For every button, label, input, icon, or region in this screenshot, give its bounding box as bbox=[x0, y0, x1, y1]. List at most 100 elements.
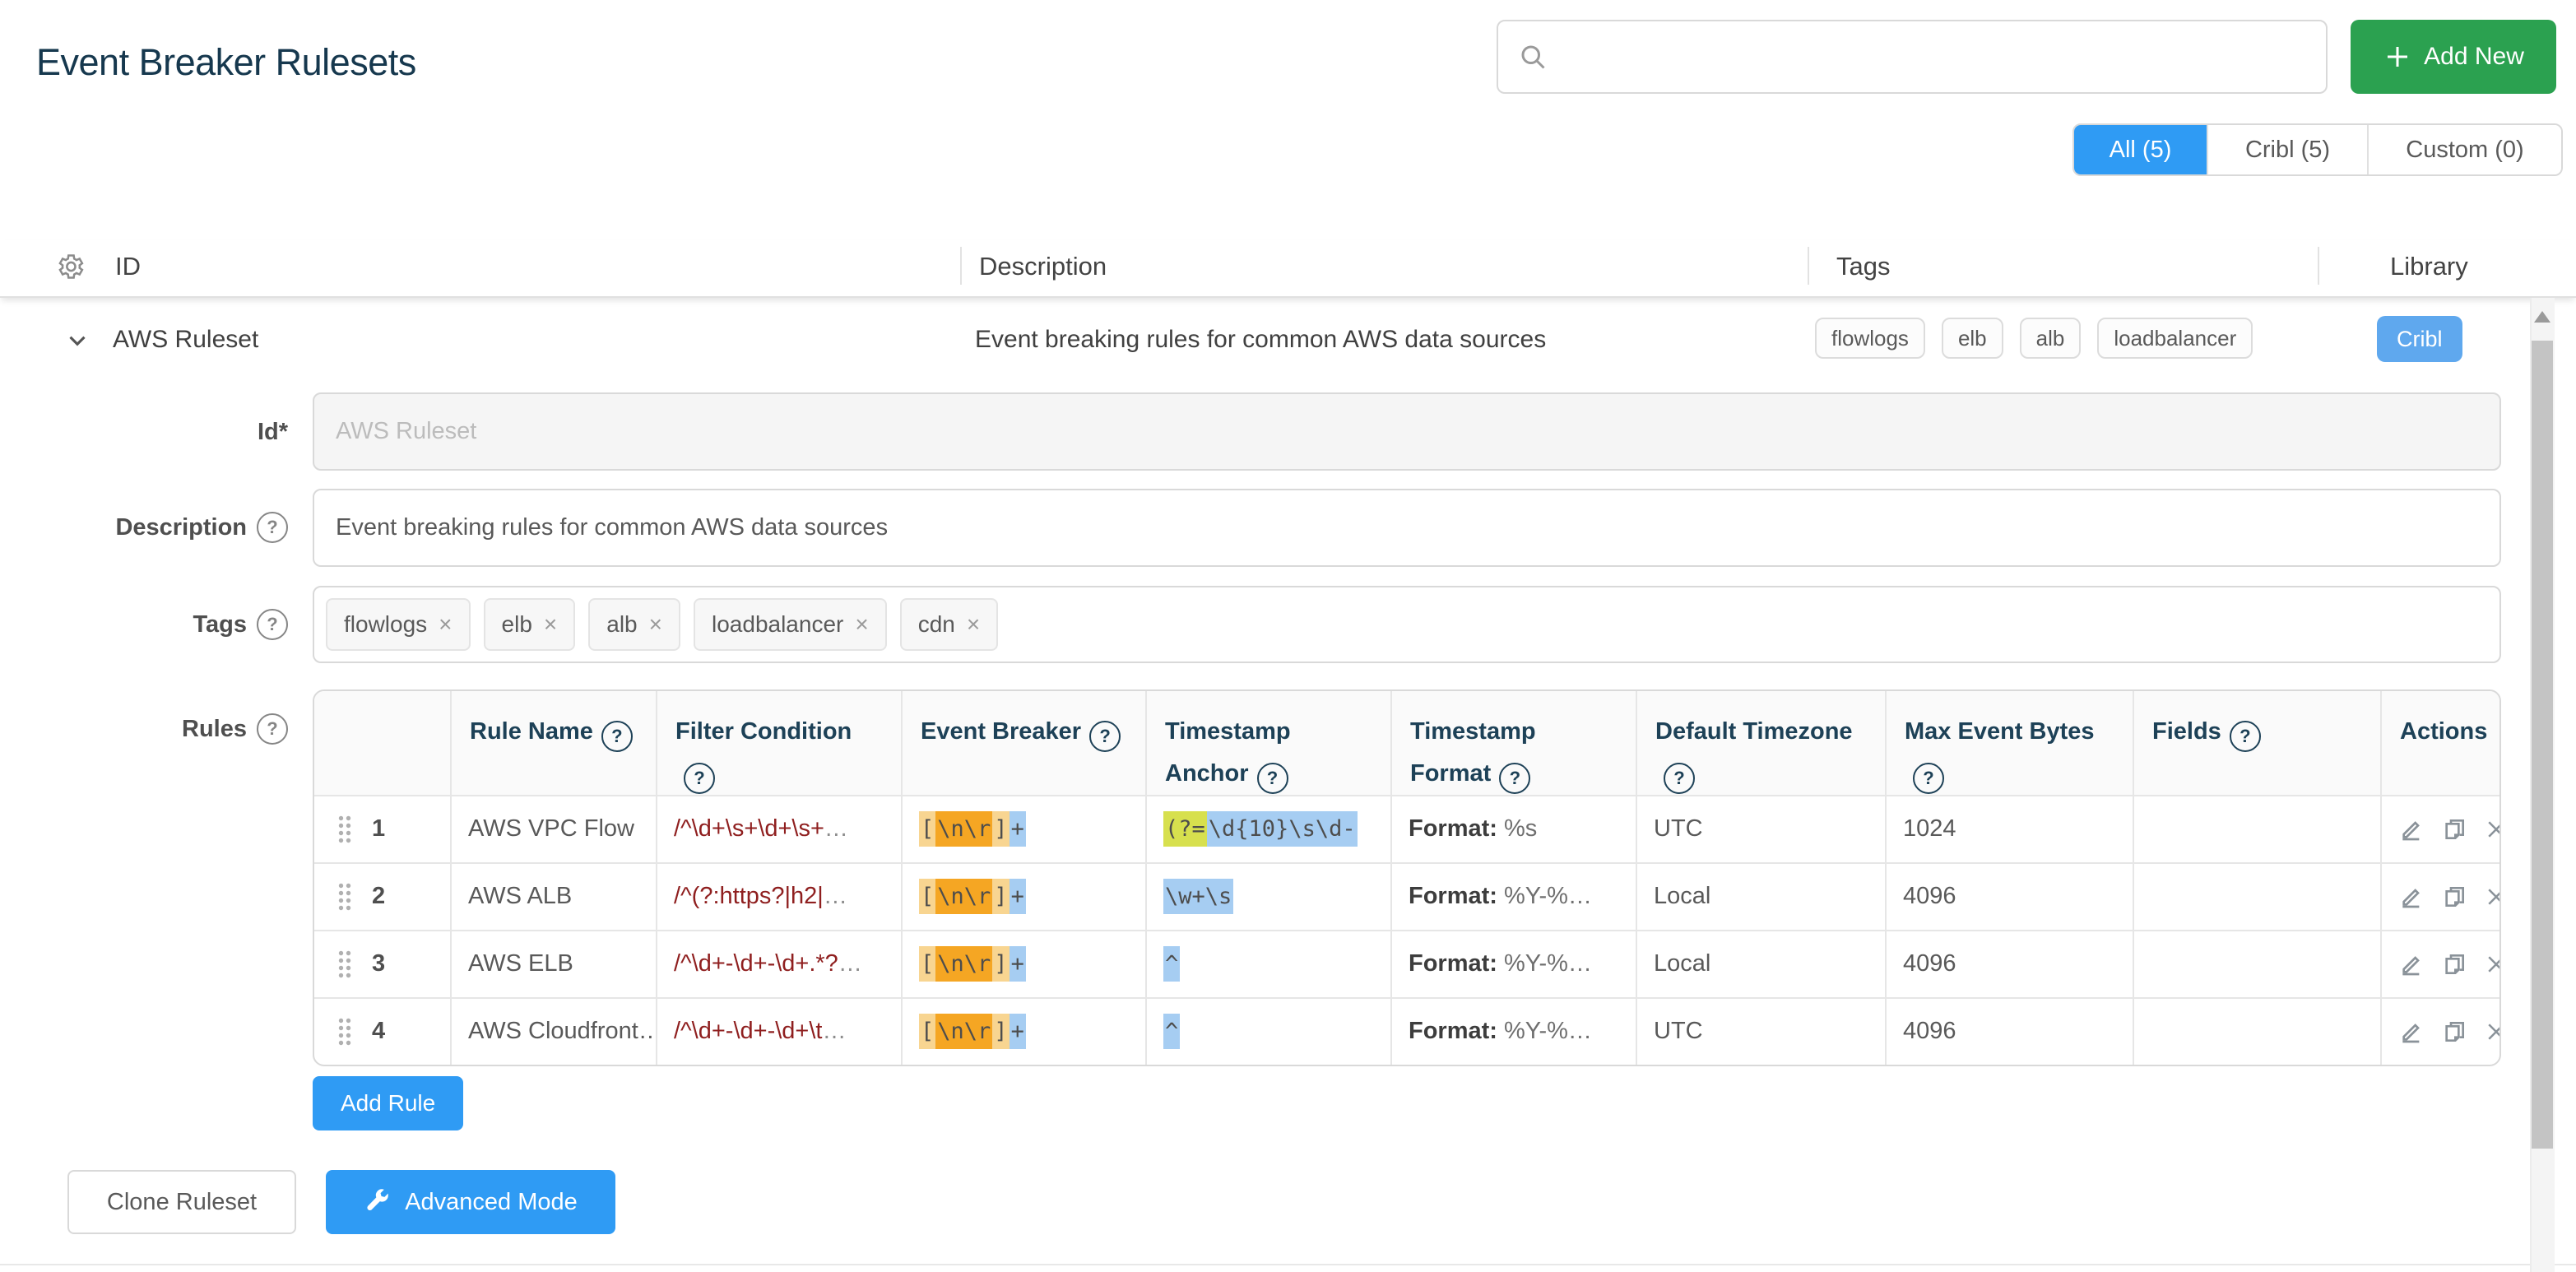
help-icon[interactable]: ? bbox=[2230, 721, 2261, 752]
column-header-tags: Tags bbox=[1836, 252, 1890, 281]
rule-number: 2 bbox=[372, 883, 385, 910]
delete-rule-icon[interactable] bbox=[2484, 884, 2501, 909]
tag-chip: elb × bbox=[484, 598, 576, 651]
tag-chip: loadbalancer× bbox=[694, 598, 887, 651]
copy-rule-icon[interactable] bbox=[2441, 1019, 2467, 1045]
advanced-mode-button[interactable]: Advanced Mode bbox=[326, 1170, 615, 1234]
tags-label-text: Tags bbox=[193, 611, 247, 638]
regex-token: + bbox=[1010, 879, 1026, 914]
delete-rule-icon[interactable] bbox=[2484, 817, 2501, 842]
edit-rule-icon[interactable] bbox=[2398, 884, 2425, 910]
regex-token: + bbox=[1010, 1014, 1026, 1049]
remove-tag-icon[interactable]: × bbox=[967, 613, 980, 636]
add-new-label: Add New bbox=[2424, 43, 2524, 71]
help-icon[interactable]: ? bbox=[257, 512, 288, 543]
rule-filter-condition: /^\d+\s+\d+\s+… bbox=[656, 795, 901, 862]
truncation-ellipsis: … bbox=[824, 883, 847, 909]
rules-col-rule-name: Rule Name? bbox=[450, 691, 656, 795]
copy-rule-icon[interactable] bbox=[2441, 884, 2467, 910]
add-rule-button[interactable]: Add Rule bbox=[313, 1076, 463, 1130]
help-icon[interactable]: ? bbox=[684, 763, 715, 794]
edit-rule-icon[interactable] bbox=[2398, 816, 2425, 843]
tag-chip-label: flowlogs bbox=[344, 611, 427, 638]
help-icon[interactable]: ? bbox=[1913, 763, 1944, 794]
regex-token: ] bbox=[992, 811, 1009, 847]
rule-max-event-bytes: 4096 bbox=[1885, 930, 2133, 997]
format-value: %s bbox=[1504, 815, 1537, 842]
scrollbar-thumb[interactable] bbox=[2532, 341, 2553, 1149]
search-box[interactable] bbox=[1497, 20, 2328, 94]
tab-cribl[interactable]: Cribl (5) bbox=[2207, 125, 2367, 174]
rulesets-table-header: ID Description Tags Library bbox=[0, 240, 2576, 298]
clone-ruleset-button[interactable]: Clone Ruleset bbox=[67, 1170, 296, 1234]
format-value: %Y-%… bbox=[1504, 1018, 1592, 1044]
library-badge: Cribl bbox=[2377, 316, 2462, 362]
regex-token: \d{10}\s\d- bbox=[1207, 811, 1358, 847]
rule-actions bbox=[2380, 997, 2501, 1065]
search-input[interactable] bbox=[1562, 43, 2306, 72]
id-field-label: Id* bbox=[0, 414, 288, 450]
rule-row-handle-cell: 1 bbox=[314, 795, 450, 862]
delete-rule-icon[interactable] bbox=[2484, 952, 2501, 977]
rule-name: AWS VPC Flow bbox=[450, 795, 656, 862]
help-icon[interactable]: ? bbox=[257, 609, 288, 640]
remove-tag-icon[interactable]: × bbox=[649, 613, 662, 636]
help-icon[interactable]: ? bbox=[1257, 763, 1288, 794]
tags-field-label: Tags ? bbox=[0, 606, 288, 643]
scrollbar-up-arrow[interactable] bbox=[2534, 311, 2550, 323]
copy-rule-icon[interactable] bbox=[2441, 816, 2467, 843]
remove-tag-icon[interactable]: × bbox=[544, 613, 557, 636]
help-icon[interactable]: ? bbox=[1664, 763, 1695, 794]
rule-number: 4 bbox=[372, 1018, 385, 1045]
regex-token: ^ bbox=[1163, 946, 1180, 982]
tab-custom[interactable]: Custom (0) bbox=[2367, 125, 2561, 174]
regex-token: \n\r bbox=[935, 879, 992, 914]
column-header-id: ID bbox=[115, 252, 141, 281]
drag-handle-icon[interactable] bbox=[336, 949, 354, 979]
remove-tag-icon[interactable]: × bbox=[439, 613, 452, 636]
rule-filter-condition: /^\d+-\d+-\d+.*?… bbox=[656, 930, 901, 997]
drag-handle-icon[interactable] bbox=[336, 1017, 354, 1047]
rule-row: 3AWS ELB/^\d+-\d+-\d+.*?…[\n\r]+^Format:… bbox=[314, 930, 2501, 997]
rule-row: 2AWS ALB/^(?:https?|h2|…[\n\r]+\w+\sForm… bbox=[314, 862, 2501, 930]
regex-text: /^\d+-\d+-\d+.*? bbox=[674, 950, 838, 977]
column-divider[interactable] bbox=[960, 247, 962, 285]
edit-rule-icon[interactable] bbox=[2398, 1019, 2425, 1045]
ruleset-tag-chip: loadbalancer bbox=[2097, 318, 2253, 359]
tag-chip-label: elb bbox=[502, 611, 532, 638]
edit-rule-icon[interactable] bbox=[2398, 951, 2425, 977]
column-divider[interactable] bbox=[1808, 247, 1809, 285]
column-label: Max Event Bytes bbox=[1905, 718, 2095, 745]
rule-number: 3 bbox=[372, 950, 385, 977]
help-icon[interactable]: ? bbox=[257, 713, 288, 745]
rule-event-breaker: [\n\r]+ bbox=[901, 997, 1145, 1065]
column-settings-gear-icon[interactable] bbox=[54, 251, 86, 286]
rule-row-handle: 2 bbox=[331, 865, 434, 929]
column-divider[interactable] bbox=[2318, 247, 2319, 285]
rule-fields bbox=[2133, 930, 2380, 997]
rules-col-actions: Actions bbox=[2380, 691, 2501, 795]
rule-row-handle: 1 bbox=[331, 797, 434, 861]
rule-row-handle: 4 bbox=[331, 1000, 434, 1064]
regex-token: [ bbox=[919, 946, 935, 982]
collapse-ruleset-chevron-down-icon[interactable] bbox=[59, 323, 95, 359]
help-icon[interactable]: ? bbox=[1089, 721, 1121, 752]
id-input[interactable] bbox=[313, 392, 2501, 471]
ruleset-id[interactable]: AWS Ruleset bbox=[113, 326, 258, 354]
copy-rule-icon[interactable] bbox=[2441, 951, 2467, 977]
drag-handle-icon[interactable] bbox=[336, 882, 354, 912]
help-icon[interactable]: ? bbox=[601, 721, 633, 752]
rule-row: 1AWS VPC Flow/^\d+\s+\d+\s+…[\n\r]+(?=\d… bbox=[314, 795, 2501, 862]
drag-handle-icon[interactable] bbox=[336, 815, 354, 844]
column-label: Event Breaker bbox=[921, 718, 1081, 745]
tags-input[interactable]: flowlogs×elb×alb×loadbalancer×cdn× bbox=[313, 586, 2501, 663]
delete-rule-icon[interactable] bbox=[2484, 1019, 2501, 1044]
help-icon[interactable]: ? bbox=[1499, 763, 1530, 794]
description-input[interactable] bbox=[313, 489, 2501, 567]
tab-all[interactable]: All (5) bbox=[2074, 125, 2207, 174]
column-label: Filter Condition bbox=[675, 718, 852, 745]
remove-tag-icon[interactable]: × bbox=[855, 613, 868, 636]
add-new-button[interactable]: Add New bbox=[2351, 20, 2556, 94]
rules-table: Rule Name? Filter Condition? Event Breaker… bbox=[313, 689, 2501, 1066]
regex-token: + bbox=[1010, 946, 1026, 982]
